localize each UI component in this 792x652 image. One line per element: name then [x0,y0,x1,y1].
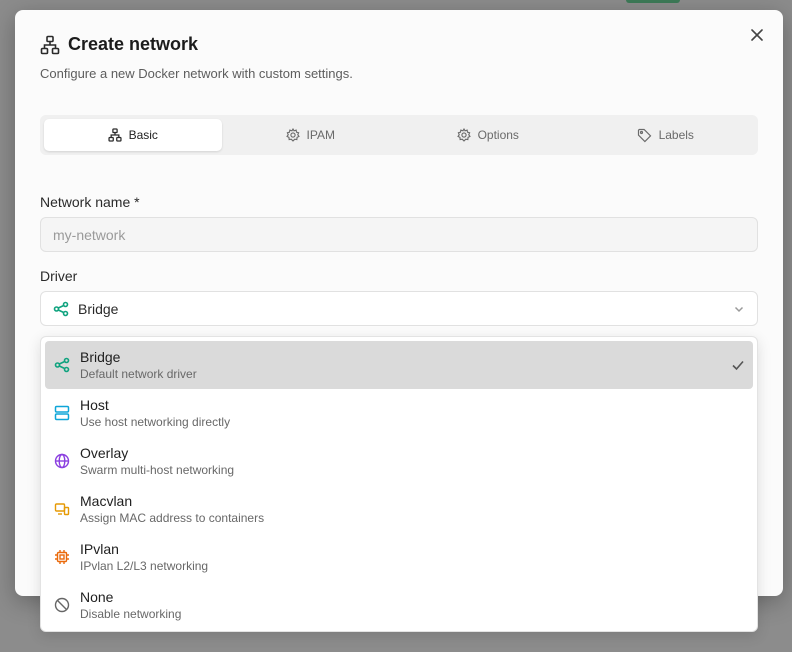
chip-icon [54,549,70,565]
option-description: Default network driver [80,367,197,381]
tab-label: Labels [658,128,694,142]
globe-icon [54,453,70,469]
network-name-input[interactable] [40,217,758,252]
tab-list: Basic IPAM Options Labels [40,115,758,155]
gear-icon [285,128,300,142]
driver-dropdown-list: Bridge Default network driver Host Use h… [40,336,758,632]
option-title: Bridge [80,349,121,365]
option-title: Overlay [80,445,129,461]
gear-icon [456,128,471,142]
tab-basic[interactable]: Basic [44,119,222,151]
tag-icon [637,128,651,142]
share-icon [53,301,69,316]
share-icon [54,357,70,373]
dialog-title: Create network [68,34,199,54]
dialog-header: Create network [40,34,198,55]
devices-icon [54,501,70,517]
driver-option-macvlan[interactable]: Macvlan Assign MAC address to containers [45,485,753,533]
option-title: IPvlan [80,541,119,557]
driver-option-host[interactable]: Host Use host networking directly [45,389,753,437]
network-icon [107,128,122,142]
tab-ipam[interactable]: IPAM [222,119,400,151]
check-icon [732,360,744,371]
option-title: Host [80,397,109,413]
option-description: Use host networking directly [80,415,231,429]
driver-option-none[interactable]: None Disable networking [45,581,753,629]
off-icon [54,597,70,613]
tab-label: IPAM [306,128,335,142]
option-description: Swarm multi-host networking [80,463,235,477]
driver-option-bridge[interactable]: Bridge Default network driver [45,341,753,389]
option-description: Assign MAC address to containers [80,511,265,525]
option-description: IPvlan L2/L3 networking [80,559,209,573]
chevron-down-icon [734,306,744,312]
tab-labels[interactable]: Labels [577,119,755,151]
tab-label: Options [477,128,519,142]
dialog-subtitle: Configure a new Docker network with cust… [40,66,353,81]
driver-option-overlay[interactable]: Overlay Swarm multi-host networking [45,437,753,485]
driver-select-value: Bridge [78,300,119,317]
network-name-label: Network name * [40,194,140,210]
tab-label: Basic [128,128,158,142]
driver-select[interactable]: Bridge [40,291,758,326]
driver-option-ipvlan[interactable]: IPvlan IPvlan L2/L3 networking [45,533,753,581]
driver-label: Driver [40,268,78,284]
option-title: None [80,589,114,605]
close-icon [751,29,763,41]
server-icon [54,405,70,421]
option-title: Macvlan [80,493,133,509]
background-button-fragment [626,0,680,3]
option-description: Disable networking [80,607,182,621]
close-button[interactable] [747,25,767,45]
tab-options[interactable]: Options [399,119,577,151]
network-icon [40,35,60,54]
